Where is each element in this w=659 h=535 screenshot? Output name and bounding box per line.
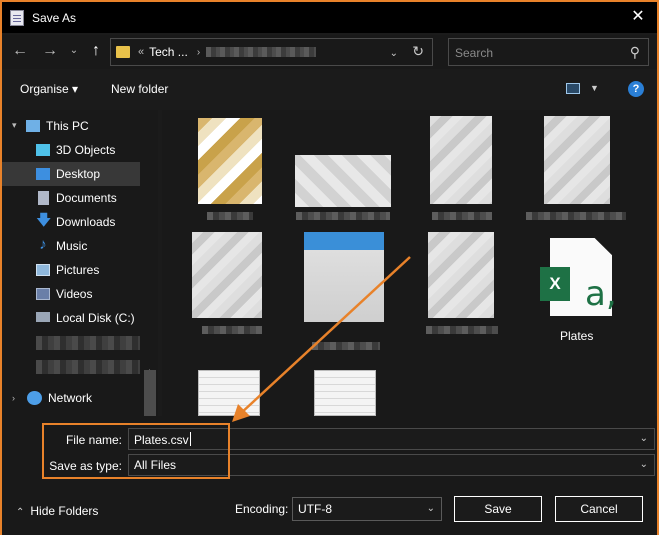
search-input[interactable]: Search ⚲ [448, 38, 649, 66]
file-thumbnail[interactable] [295, 155, 391, 207]
sidebar-item-label: Videos [56, 287, 93, 301]
redacted-drive[interactable] [36, 360, 140, 374]
file-thumbnail[interactable] [198, 370, 260, 416]
help-button[interactable]: ? [628, 81, 644, 97]
documents-icon [38, 191, 49, 205]
file-thumbnail[interactable] [544, 116, 610, 204]
redacted-file-name [207, 212, 253, 220]
sidebar-item-label: This PC [46, 119, 89, 133]
encoding-dropdown-icon[interactable]: ⌄ [427, 503, 435, 514]
file-thumbnail[interactable] [198, 118, 262, 204]
music-icon: ♪ [39, 236, 47, 253]
sidebar-item-documents[interactable]: Documents [2, 186, 158, 210]
view-dropdown-icon[interactable]: ▼ [590, 83, 599, 93]
sidebar-scrollbar[interactable] [144, 370, 156, 416]
file-name-plates[interactable]: Plates [560, 329, 593, 343]
sidebar-item-label: Documents [56, 191, 117, 205]
back-button[interactable]: ← [10, 41, 30, 61]
encoding-label: Encoding: [235, 502, 289, 516]
redacted-file-name [296, 212, 390, 220]
sidebar-item-3d-objects[interactable]: 3D Objects [2, 138, 158, 162]
desktop-icon [36, 168, 50, 180]
redacted-file-name [312, 342, 380, 350]
redacted-file-name [202, 326, 262, 334]
window-title: Save As [32, 10, 77, 25]
save-as-dialog: Save As ✕ ← → ⌄ ↑ « Tech ... › ⌄ ↻ Searc… [0, 0, 659, 535]
sidebar-item-label: Local Disk (C:) [56, 311, 135, 325]
sidebar-item-label: Desktop [56, 167, 101, 181]
network-icon [27, 391, 42, 405]
forward-button[interactable]: → [40, 41, 60, 61]
breadcrumb-chevron-icon[interactable]: › [197, 47, 200, 58]
notepad-icon [10, 9, 24, 26]
search-icon[interactable]: ⚲ [630, 44, 640, 61]
new-folder-button[interactable]: New folder [111, 82, 168, 96]
sidebar-item-videos[interactable]: Videos [2, 282, 158, 306]
excel-logo-icon: X [540, 267, 570, 301]
chevron-up-icon: ⌃ [16, 507, 25, 518]
redacted-file-name [526, 212, 626, 220]
redacted-path [206, 47, 317, 57]
sidebar-item-label: Network [48, 391, 93, 405]
sidebar-item-downloads[interactable]: 🡇 Downloads [2, 210, 158, 234]
sidebar-item-this-pc[interactable]: This PC [2, 114, 158, 138]
organise-button[interactable]: Organise ▾ [20, 82, 78, 96]
download-icon: 🡇 [36, 212, 52, 229]
file-list: X a, Plates [162, 110, 655, 416]
file-thumbnail[interactable] [428, 232, 494, 318]
up-button[interactable]: ↑ [86, 41, 106, 61]
pictures-icon [36, 264, 50, 276]
file-thumbnail[interactable] [192, 232, 262, 318]
hide-folders-button[interactable]: ⌃ Hide Folders [16, 504, 98, 518]
sidebar-item-network[interactable]: › Network [2, 386, 158, 410]
cancel-button[interactable]: Cancel [555, 496, 643, 522]
redacted-file-name [432, 212, 492, 220]
excel-glyph-icon: a, [585, 274, 617, 314]
sidebar-item-label: 3D Objects [56, 143, 116, 157]
expand-network-icon[interactable]: › [12, 393, 15, 403]
file-thumbnail[interactable] [430, 116, 492, 204]
sidebar-item-local-disk[interactable]: Local Disk (C:) [2, 306, 158, 330]
breadcrumb-overflow[interactable]: « [138, 46, 144, 58]
annotation-highlight-box [42, 423, 230, 479]
sidebar-item-label: Downloads [56, 215, 116, 229]
toolbar: Organise ▾ New folder ▼ ? [2, 73, 657, 106]
videos-icon [36, 288, 50, 300]
sidebar-item-pictures[interactable]: Pictures [2, 258, 158, 282]
refresh-icon[interactable]: ↻ [412, 43, 424, 60]
encoding-select[interactable]: UTF-8 ⌄ [292, 497, 442, 521]
pc-icon [26, 120, 40, 132]
save-type-dropdown-icon[interactable]: ⌄ [640, 459, 648, 470]
breadcrumb-segment[interactable]: Tech ... [149, 45, 188, 59]
close-button[interactable]: ✕ [627, 6, 649, 28]
file-name-dropdown-icon[interactable]: ⌄ [640, 433, 648, 444]
redacted-drive[interactable] [36, 336, 140, 350]
view-options-icon[interactable] [566, 83, 580, 94]
disk-icon [36, 312, 50, 322]
search-placeholder: Search [455, 46, 494, 60]
sidebar-item-desktop[interactable]: Desktop [2, 162, 140, 186]
save-button[interactable]: Save [454, 496, 542, 522]
sidebar-item-music[interactable]: ♪ Music [2, 234, 158, 258]
address-row: ← → ⌄ ↑ « Tech ... › ⌄ ↻ Search ⚲ [2, 35, 657, 69]
address-bar[interactable]: « Tech ... › ⌄ ↻ [110, 38, 433, 66]
address-dropdown-icon[interactable]: ⌄ [390, 48, 398, 59]
recent-locations-button[interactable]: ⌄ [64, 41, 84, 61]
redacted-file-name [426, 326, 498, 334]
sidebar-item-label: Music [56, 239, 88, 253]
cube-icon [36, 144, 50, 156]
file-thumbnail[interactable] [314, 370, 376, 416]
file-thumbnail[interactable] [304, 232, 384, 322]
sidebar-item-label: Pictures [56, 263, 100, 277]
folder-icon [116, 46, 130, 58]
encoding-value: UTF-8 [298, 502, 332, 516]
navigation-pane: ▾ This PC 3D Objects Desktop Documents 🡇… [2, 110, 158, 416]
title-bar: Save As ✕ [2, 2, 657, 33]
